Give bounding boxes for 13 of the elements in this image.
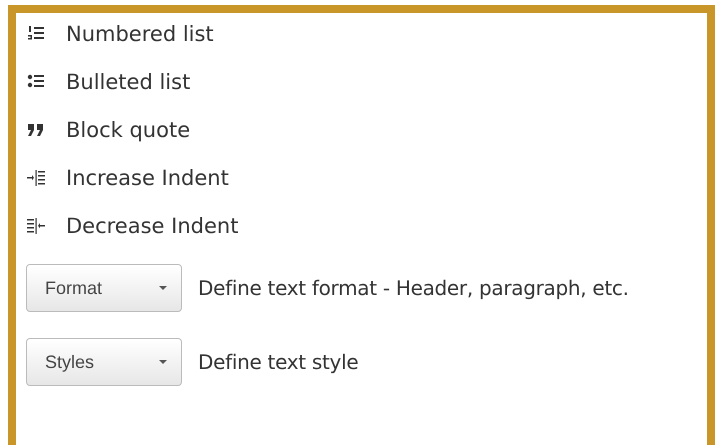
item-label: Decrease Indent	[66, 214, 238, 238]
indent-icon	[26, 168, 46, 188]
caret-icon	[159, 286, 167, 290]
item-label: Numbered list	[66, 22, 214, 46]
dropdown-description: Define text format - Header, paragraph, etc.	[198, 276, 629, 300]
caret-icon	[159, 360, 167, 364]
item-label: Bulleted list	[66, 70, 190, 94]
outdent-icon	[26, 216, 46, 236]
dropdown-description: Define text style	[198, 350, 358, 374]
item-label: Block quote	[66, 118, 190, 142]
item-label: Increase Indent	[66, 166, 229, 190]
dropdown-button[interactable]: Format	[26, 264, 182, 312]
dropdown-button[interactable]: Styles	[26, 338, 182, 386]
